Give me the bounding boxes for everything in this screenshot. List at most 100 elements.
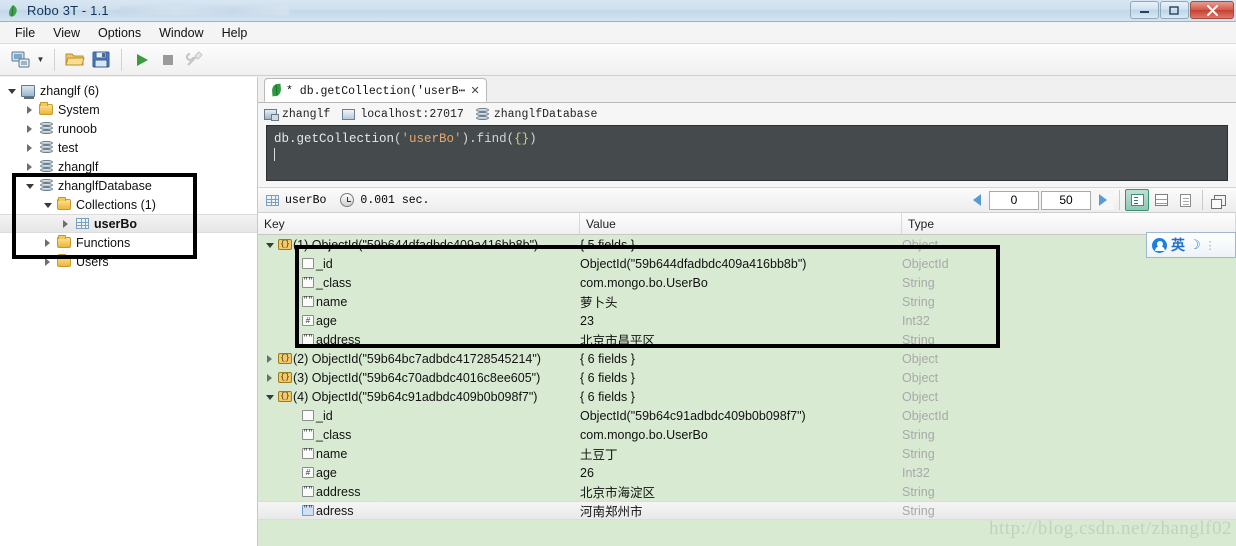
chevron-right-icon[interactable]	[22, 162, 37, 171]
row-value: 23	[580, 313, 594, 328]
menu-help[interactable]: Help	[213, 23, 257, 43]
string-icon: ""	[302, 296, 314, 307]
table-view-button[interactable]	[1149, 189, 1173, 211]
result-field-address-4[interactable]: "" address 北京市海淀区 String	[258, 482, 1236, 501]
menu-options[interactable]: Options	[89, 23, 150, 43]
execute-button[interactable]	[129, 48, 155, 72]
result-field-id-4[interactable]: _id ObjectId("59b64c91adbdc409b0b098f7")…	[258, 406, 1236, 425]
database-icon	[475, 107, 489, 121]
chevron-right-icon[interactable]	[22, 105, 37, 114]
chevron-down-icon[interactable]	[4, 87, 19, 94]
column-header-value[interactable]: Value	[580, 213, 902, 234]
code-braces: {}	[514, 132, 530, 146]
query-editor[interactable]: db.getCollection('userBo').find({})	[266, 125, 1228, 181]
row-value: ObjectId("59b64c91adbdc409b0b098f7")	[580, 408, 806, 423]
chevron-right-icon[interactable]	[262, 354, 277, 363]
menu-file[interactable]: File	[6, 23, 44, 43]
connection-server: zhanglf	[264, 108, 336, 121]
result-row-4[interactable]: {} (4) ObjectId("59b64c91adbdc409b0b098f…	[258, 387, 1236, 406]
string-icon: ""	[302, 277, 314, 288]
row-value: 北京市海淀区	[580, 486, 656, 500]
wrench-icon[interactable]	[181, 48, 207, 72]
code-mid: ).find(	[461, 132, 515, 146]
results-time-label: 0.001 sec.	[360, 193, 430, 207]
result-row-1[interactable]: {} (1) ObjectId("59b644dfadbdc409a416bb8…	[258, 235, 1236, 254]
database-icon	[37, 160, 55, 173]
object-icon: {}	[277, 372, 293, 383]
next-page-button[interactable]	[1092, 190, 1114, 210]
chevron-right-icon[interactable]	[58, 219, 73, 228]
tree-view-button[interactable]	[1125, 189, 1149, 211]
prev-page-button[interactable]	[966, 190, 988, 210]
result-field-address[interactable]: "" address 北京市昌平区 String	[258, 330, 1236, 349]
minimize-button[interactable]	[1130, 1, 1159, 19]
tree-label: userBo	[94, 216, 138, 231]
tree-item-connection[interactable]: zhanglf (6)	[0, 81, 257, 100]
menu-window[interactable]: Window	[150, 23, 212, 43]
chevron-right-icon[interactable]	[262, 373, 277, 382]
chevron-down-icon[interactable]	[40, 201, 55, 208]
restore-button[interactable]	[1160, 1, 1189, 19]
tree-item-runoob[interactable]: runoob	[0, 119, 257, 138]
close-button[interactable]	[1190, 1, 1234, 19]
tree-item-collections[interactable]: Collections (1)	[0, 195, 257, 214]
result-field-class-4[interactable]: "" _class com.mongo.bo.UserBo String	[258, 425, 1236, 444]
stop-button[interactable]	[155, 48, 181, 72]
open-script-button[interactable]	[62, 48, 88, 72]
chevron-right-icon[interactable]	[22, 124, 37, 133]
text-view-button[interactable]	[1173, 189, 1197, 211]
result-field-name[interactable]: "" name 萝卜头 String	[258, 292, 1236, 311]
result-field-age[interactable]: # age 23 Int32	[258, 311, 1236, 330]
window-controls[interactable]	[1129, 1, 1234, 19]
tree-label: test	[58, 140, 79, 155]
tree-item-system[interactable]: System	[0, 100, 257, 119]
database-icon	[37, 122, 55, 135]
chevron-right-icon[interactable]	[22, 143, 37, 152]
result-field-name-4[interactable]: "" name 土豆丁 String	[258, 444, 1236, 463]
column-header-type[interactable]: Type	[902, 213, 1236, 234]
ime-user-icon[interactable]	[1152, 237, 1167, 253]
menu-view[interactable]: View	[44, 23, 89, 43]
row-key: name	[316, 446, 348, 461]
tab-query[interactable]: * db.getCollection('userB⋯ ✕	[264, 78, 487, 102]
skip-input[interactable]: 0	[989, 190, 1039, 210]
maximize-panel-button[interactable]	[1208, 189, 1232, 211]
row-value: { 6 fields }	[580, 351, 635, 366]
row-value: 北京市昌平区	[580, 334, 656, 348]
objectid-icon	[300, 410, 316, 421]
result-field-class[interactable]: "" _class com.mongo.bo.UserBo String	[258, 273, 1236, 292]
chevron-right-icon[interactable]	[40, 257, 55, 266]
connect-button[interactable]	[8, 48, 34, 72]
result-row-2[interactable]: {} (2) ObjectId("59b64bc7adbdc4172854521…	[258, 349, 1236, 368]
ime-mode-label[interactable]: 英	[1171, 235, 1185, 255]
chevron-right-icon[interactable]	[40, 238, 55, 247]
result-row-3[interactable]: {} (3) ObjectId("59b64c70adbdc4016c8ee60…	[258, 368, 1236, 387]
moon-icon[interactable]: ☽	[1189, 237, 1201, 253]
tree-item-zhanglfdatabase[interactable]: zhanglfDatabase	[0, 176, 257, 195]
chevron-down-icon[interactable]	[22, 182, 37, 189]
tree-item-functions[interactable]: Functions	[0, 233, 257, 252]
tree-label: Functions	[76, 235, 131, 250]
tree-label: Users	[76, 254, 109, 269]
title-left-group: Robo 3T - 1.1	[0, 3, 289, 18]
menu-bar: File View Options Window Help	[0, 22, 1236, 44]
result-field-id[interactable]: _id ObjectId("59b644dfadbdc409a416bb8b")…	[258, 254, 1236, 273]
limit-input[interactable]: 50	[1041, 190, 1091, 210]
chevron-down-icon[interactable]	[262, 393, 277, 400]
tree-item-test[interactable]: test	[0, 138, 257, 157]
workspace-panel: * db.getCollection('userB⋯ ✕ zhanglf loc…	[258, 77, 1236, 546]
explorer-panel: zhanglf (6) System runoob test zhanglf z…	[0, 77, 258, 546]
tree-item-users[interactable]: Users	[0, 252, 257, 271]
save-script-button[interactable]	[88, 48, 114, 72]
ime-grip-icon[interactable]: ⋮	[1205, 239, 1216, 252]
column-header-key[interactable]: Key	[258, 213, 580, 234]
result-field-age-4[interactable]: # age 26 Int32	[258, 463, 1236, 482]
close-icon[interactable]: ✕	[470, 84, 479, 97]
toolbar-separator-3	[1119, 190, 1120, 210]
ime-language-bar[interactable]: 英 ☽ ⋮	[1146, 232, 1236, 258]
main-toolbar: ▼	[0, 44, 1236, 76]
tree-item-userbo[interactable]: userBo	[0, 214, 257, 233]
tree-item-zhanglf[interactable]: zhanglf	[0, 157, 257, 176]
chevron-down-icon[interactable]	[262, 241, 277, 248]
chevron-down-icon[interactable]: ▼	[34, 48, 47, 72]
